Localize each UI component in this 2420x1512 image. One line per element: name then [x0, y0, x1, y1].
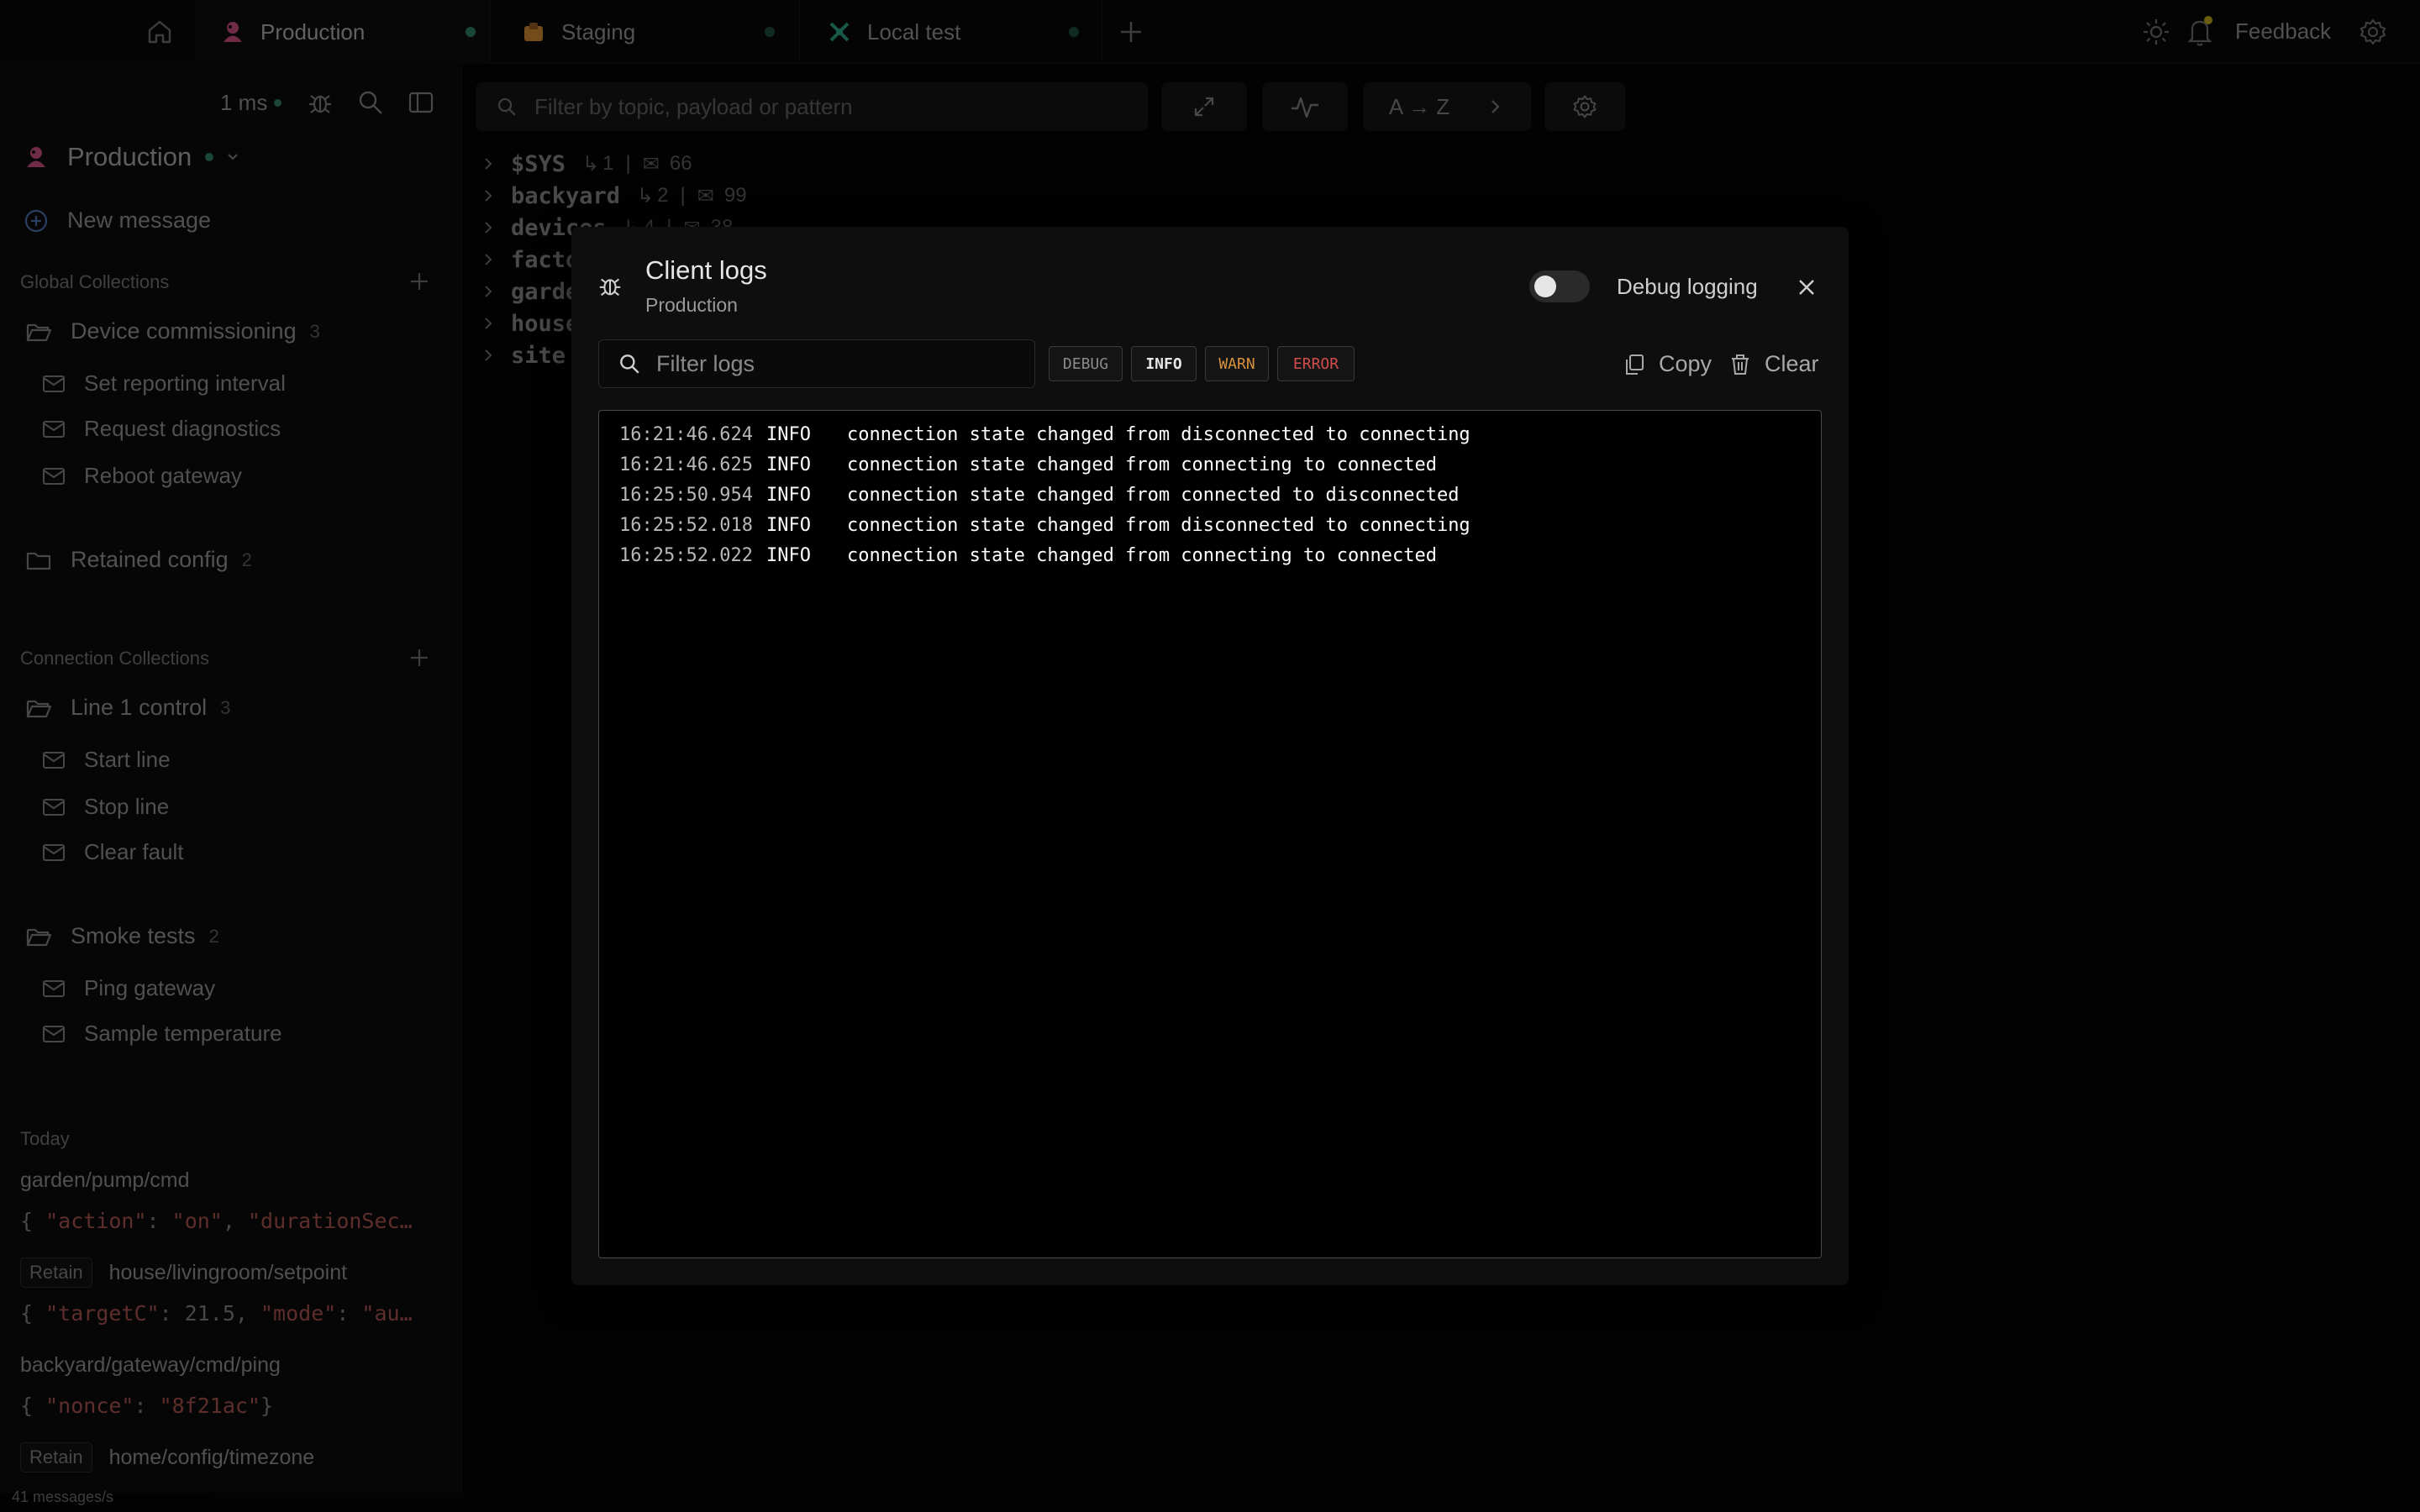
log-filter-placeholder: Filter logs [656, 350, 755, 376]
log-output[interactable]: 16:21:46.624 INFO connection state changed… [598, 410, 1822, 1258]
close-icon [1799, 280, 1814, 295]
log-level: INFO [765, 514, 811, 536]
trash-icon [1732, 354, 1749, 375]
log-line: 16:25:50.954 INFO connection state changed… [619, 480, 1801, 510]
log-level: INFO [765, 454, 811, 475]
level-filter-warn[interactable]: WARN [1205, 346, 1269, 381]
log-line: 16:25:52.018 INFO connection state changed… [619, 510, 1801, 540]
log-time: 16:25:52.022 [619, 544, 753, 566]
log-line: 16:25:52.022 INFO connection state changed… [619, 540, 1801, 570]
log-text: connection state changed from disconnect… [846, 514, 1470, 536]
bug-icon [599, 278, 621, 297]
dialog-subtitle: Production [645, 294, 738, 316]
dialog-title: Client logs [645, 255, 767, 285]
log-time: 16:21:46.624 [619, 423, 753, 445]
close-button[interactable] [1795, 276, 1818, 299]
copy-icon [1626, 354, 1644, 375]
toggle-knob [1534, 276, 1556, 297]
search-icon [620, 354, 639, 374]
debug-logging-label: Debug logging [1617, 274, 1758, 299]
client-logs-dialog: Client logs Production Debug logging Fil… [571, 227, 1849, 1285]
level-filter-debug[interactable]: DEBUG [1049, 346, 1123, 381]
log-time: 16:25:50.954 [619, 484, 753, 506]
level-filter-info[interactable]: INFO [1131, 346, 1197, 381]
log-level: INFO [765, 423, 811, 445]
level-filter-error[interactable]: ERROR [1277, 346, 1355, 381]
log-level: INFO [765, 484, 811, 506]
log-time: 16:21:46.625 [619, 454, 753, 475]
log-filter-input[interactable]: Filter logs [598, 339, 1035, 388]
log-line: 16:21:46.624 INFO connection state changed… [619, 419, 1801, 449]
debug-logging-toggle[interactable] [1529, 270, 1590, 302]
log-time: 16:25:52.018 [619, 514, 753, 536]
copy-button[interactable]: Copy [1623, 351, 1712, 377]
copy-label: Copy [1659, 351, 1712, 376]
log-text: connection state changed from connecting… [846, 454, 1437, 475]
log-text: connection state changed from connecting… [846, 544, 1437, 566]
log-text: connection state changed from disconnect… [846, 423, 1470, 445]
clear-button[interactable]: Clear [1729, 351, 1819, 377]
log-line: 16:21:46.625 INFO connection state changed… [619, 449, 1801, 480]
clear-label: Clear [1765, 351, 1819, 376]
log-text: connection state changed from connected … [846, 484, 1460, 506]
log-level: INFO [765, 544, 811, 566]
